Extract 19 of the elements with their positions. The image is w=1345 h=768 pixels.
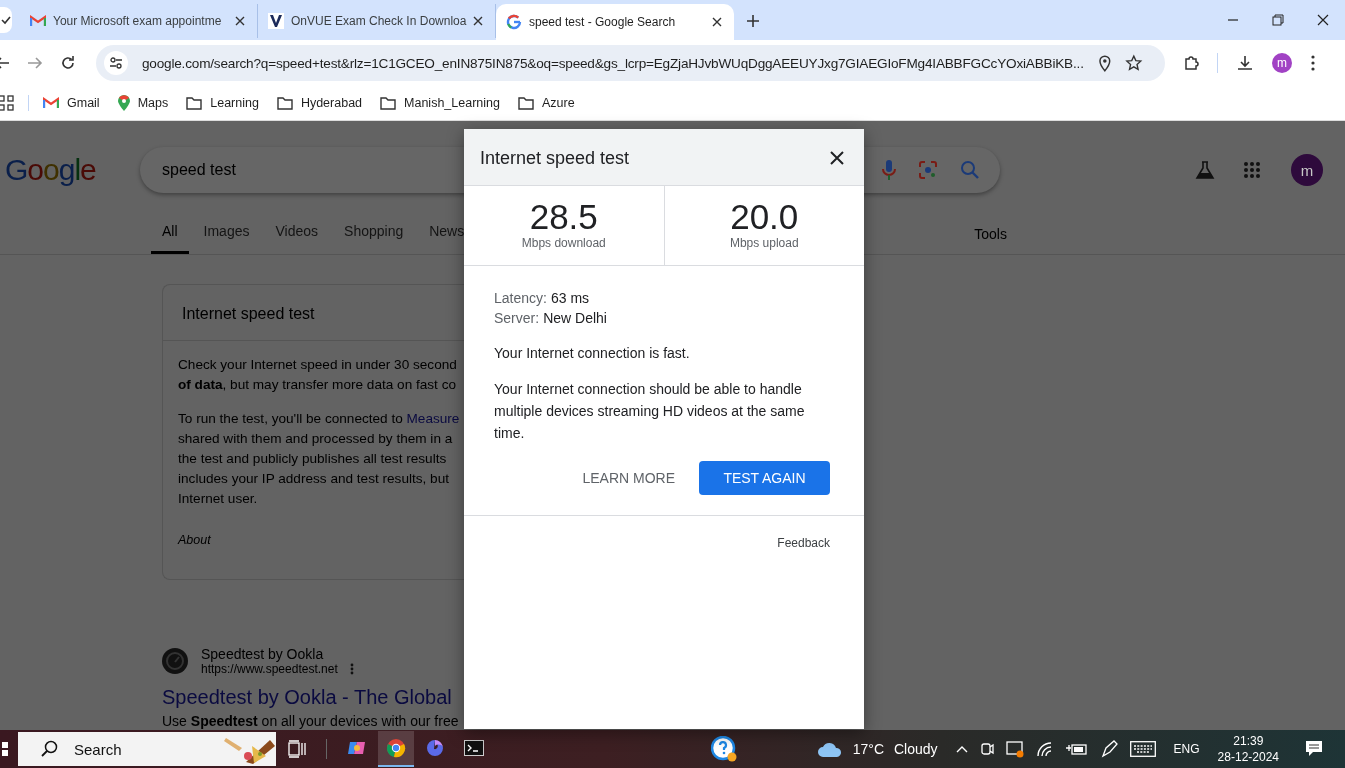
status-text: Your Internet connection is fast. [494, 344, 691, 363]
site-name: Speedtest by Ookla [201, 646, 325, 662]
card-paragraph: Check your Internet speed in under 30 second of data, but may transfer more data on fast co [178, 356, 458, 394]
speed-value: 28.5 [529, 198, 598, 236]
card-paragraph: To run the test, you'll be connected to Measure shared with them and processed by them in a the test and publicly publishes all test results includes your IP address and test results, but Internet user. [178, 410, 461, 508]
temperature-text: 17°C [852, 741, 884, 757]
detail-label: Server: [494, 310, 540, 326]
url-text: google.com/search?q=speed+test&rlz=1C1GCEO_enIN875IN875&oq=speed&gs_lcrp=EgZjaHJvbWUqDggAEEUYJxg7GIAEGIoFMg4IABBFGCcYOxiABBiKB... [142, 55, 1084, 71]
dialog-title: Internet speed test [480, 147, 630, 169]
site-url: https://www.speedtest.net [201, 662, 338, 676]
detail-value: 63 ms [550, 290, 590, 306]
detail-value: New Delhi [543, 310, 607, 326]
speed-unit: Mbps upload [729, 236, 799, 250]
speed-value: 20.0 [730, 198, 799, 236]
detail-label: Latency: [494, 290, 547, 306]
speed-unit: Mbps download [521, 236, 606, 250]
weather-text: Cloudy [894, 741, 938, 757]
description-text: Your Internet connection should be able to handle multiple devices streaming HD videos at the same time. [494, 380, 806, 443]
result-snippet: Use Speedtest on all your devices with our free [162, 713, 460, 729]
